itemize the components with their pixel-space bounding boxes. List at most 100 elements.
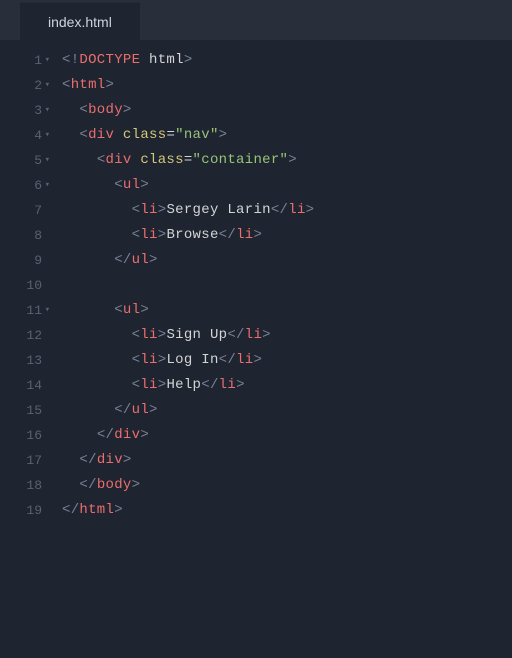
- code-token: </: [219, 352, 236, 368]
- code-token: >: [140, 302, 149, 318]
- code-token: >: [306, 202, 315, 218]
- code-token: class: [123, 127, 167, 143]
- code-token: [114, 127, 123, 143]
- code-line[interactable]: </div>: [62, 423, 512, 448]
- code-line[interactable]: </ul>: [62, 248, 512, 273]
- code-token: Help: [166, 377, 201, 393]
- line-number[interactable]: 16: [0, 423, 42, 448]
- line-number[interactable]: 6: [0, 173, 42, 198]
- code-token: html: [79, 502, 114, 518]
- code-token: >: [114, 502, 123, 518]
- line-gutter: 12345678910111213141516171819: [0, 48, 52, 523]
- code-line[interactable]: <ul>: [62, 298, 512, 323]
- code-token: </: [227, 327, 244, 343]
- line-number[interactable]: 4: [0, 123, 42, 148]
- line-number[interactable]: 12: [0, 323, 42, 348]
- code-token: </: [271, 202, 288, 218]
- code-token: ul: [132, 252, 149, 268]
- code-token: </: [114, 252, 131, 268]
- code-line[interactable]: <html>: [62, 73, 512, 98]
- code-token: >: [140, 177, 149, 193]
- line-number[interactable]: 11: [0, 298, 42, 323]
- line-number[interactable]: 15: [0, 398, 42, 423]
- code-token: >: [140, 427, 149, 443]
- code-line[interactable]: </ul>: [62, 398, 512, 423]
- code-token: >: [149, 252, 158, 268]
- code-line[interactable]: <body>: [62, 98, 512, 123]
- code-token: "nav": [175, 127, 219, 143]
- code-line[interactable]: </body>: [62, 473, 512, 498]
- code-token: </: [219, 227, 236, 243]
- code-token: >: [132, 477, 141, 493]
- line-number[interactable]: 17: [0, 448, 42, 473]
- code-token: </: [62, 502, 79, 518]
- code-area[interactable]: <!DOCTYPE html><html> <body> <div class=…: [52, 48, 512, 523]
- code-token: <: [114, 302, 123, 318]
- code-line[interactable]: <ul>: [62, 173, 512, 198]
- code-token: li: [236, 352, 253, 368]
- line-number[interactable]: 19: [0, 498, 42, 523]
- code-line[interactable]: </html>: [62, 498, 512, 523]
- code-line[interactable]: <li>Browse</li>: [62, 223, 512, 248]
- code-token: >: [253, 227, 262, 243]
- line-number[interactable]: 9: [0, 248, 42, 273]
- code-token: li: [140, 227, 157, 243]
- code-token: li: [140, 327, 157, 343]
- line-number[interactable]: 7: [0, 198, 42, 223]
- code-line[interactable]: <li>Help</li>: [62, 373, 512, 398]
- code-token: >: [149, 402, 158, 418]
- code-token: >: [236, 377, 245, 393]
- code-line[interactable]: <li>Sign Up</li>: [62, 323, 512, 348]
- code-token: div: [114, 427, 140, 443]
- code-token: </: [79, 477, 96, 493]
- tab-index-html[interactable]: index.html: [20, 2, 140, 40]
- code-token: html: [140, 52, 184, 68]
- code-line[interactable]: </div>: [62, 448, 512, 473]
- code-token: >: [123, 102, 132, 118]
- code-token: =: [166, 127, 175, 143]
- code-line[interactable]: <li>Log In</li>: [62, 348, 512, 373]
- code-token: ul: [132, 402, 149, 418]
- code-token: li: [219, 377, 236, 393]
- code-token: li: [140, 352, 157, 368]
- code-line[interactable]: <!DOCTYPE html>: [62, 48, 512, 73]
- code-token: <!: [62, 52, 79, 68]
- code-token: Browse: [166, 227, 218, 243]
- line-number[interactable]: 1: [0, 48, 42, 73]
- code-token: li: [288, 202, 305, 218]
- code-token: div: [88, 127, 114, 143]
- code-token: </: [79, 452, 96, 468]
- line-number[interactable]: 5: [0, 148, 42, 173]
- code-line[interactable]: <div class="container">: [62, 148, 512, 173]
- code-token: </: [97, 427, 114, 443]
- code-token: <: [79, 127, 88, 143]
- code-token: >: [106, 77, 115, 93]
- line-number[interactable]: 8: [0, 223, 42, 248]
- code-token: Sign Up: [166, 327, 227, 343]
- line-number[interactable]: 3: [0, 98, 42, 123]
- code-token: "container": [193, 152, 289, 168]
- code-token: =: [184, 152, 193, 168]
- line-number[interactable]: 10: [0, 273, 42, 298]
- code-line[interactable]: <div class="nav">: [62, 123, 512, 148]
- line-number[interactable]: 18: [0, 473, 42, 498]
- code-token: ul: [123, 177, 140, 193]
- code-token: </: [114, 402, 131, 418]
- code-token: >: [253, 352, 262, 368]
- code-token: li: [140, 377, 157, 393]
- line-number[interactable]: 14: [0, 373, 42, 398]
- code-line[interactable]: [62, 273, 512, 298]
- code-token: >: [219, 127, 228, 143]
- code-token: <: [114, 177, 123, 193]
- code-token: li: [140, 202, 157, 218]
- code-token: Log In: [166, 352, 218, 368]
- code-token: </: [201, 377, 218, 393]
- code-line[interactable]: <li>Sergey Larin</li>: [62, 198, 512, 223]
- line-number[interactable]: 13: [0, 348, 42, 373]
- code-token: li: [245, 327, 262, 343]
- code-editor[interactable]: 12345678910111213141516171819 <!DOCTYPE …: [0, 40, 512, 523]
- line-number[interactable]: 2: [0, 73, 42, 98]
- code-token: ul: [123, 302, 140, 318]
- code-token: <: [97, 152, 106, 168]
- code-token: <: [62, 77, 71, 93]
